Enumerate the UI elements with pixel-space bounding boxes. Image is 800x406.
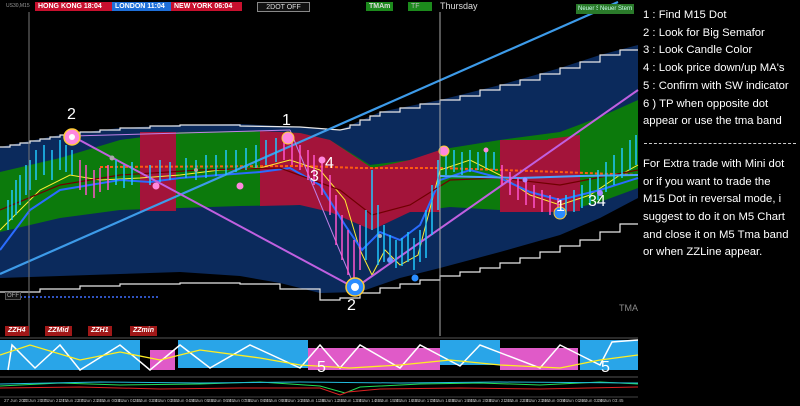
annotation-3-mid: 3 — [310, 168, 319, 185]
day-label: Thursday — [440, 1, 478, 11]
zzmin-button[interactable]: ZZmin — [130, 326, 157, 336]
note-extra: and close it on M5 Tma band — [643, 228, 789, 241]
note-extra: suggest to do it on M5 Chart — [643, 211, 785, 224]
annotation-2-top: 2 — [67, 106, 76, 123]
clock-new-york: NEW YORK 06:04 — [171, 2, 242, 11]
zzh1-button[interactable]: ZZH1 — [88, 326, 112, 336]
signal-tag: Neuer Stern — [598, 4, 635, 14]
annotation-1-top: 1 — [282, 112, 291, 129]
strategy-notes: 1 : Find M15 Dot 2 : Look for Big Semafo… — [643, 7, 796, 262]
note-step: 2 : Look for Big Semafor — [643, 26, 765, 39]
time-axis-label: 29 Jun 03:45 — [597, 398, 624, 403]
tma-label: TMA — [619, 303, 638, 313]
note-step: 3 : Look Candle Color — [643, 44, 753, 57]
note-step: 4 : Look price down/up MA's — [643, 62, 785, 75]
zzmid-button[interactable]: ZZMid — [45, 326, 72, 336]
note-extra: For Extra trade with Mini dot — [643, 157, 785, 170]
annotation-34-right: 34 — [588, 193, 606, 210]
off-label[interactable]: OFF — [5, 292, 21, 300]
note-extra: or when ZZLine appear. — [643, 246, 763, 259]
clock-hong-kong: HONG KONG 18:04 — [35, 2, 114, 11]
zzh4-button[interactable]: ZZH4 — [5, 326, 29, 336]
annotation-1-right: 1 — [556, 198, 565, 215]
tf-tag[interactable]: TF — [408, 2, 432, 11]
annotation-2-bottom: 2 — [347, 297, 356, 314]
annotation-5-right: 5 — [601, 359, 610, 376]
note-step: appear or use the tma band — [643, 115, 782, 128]
tma-red-segment — [500, 140, 548, 212]
note-extra: or if you want to trade the — [643, 175, 771, 188]
annotation-5-left: 5 — [317, 359, 326, 376]
symbol-label: US30,M15 — [6, 3, 30, 9]
note-step: 1 : Find M15 Dot — [643, 9, 727, 21]
tma-tag[interactable]: TMAm — [366, 2, 394, 11]
annotation-4-mid: 4 — [325, 155, 334, 172]
clock-london: LONDON 11:04 — [112, 2, 173, 11]
notes-divider — [644, 142, 796, 144]
note-step: 5 : Confirm with SW indicator — [643, 79, 789, 92]
2dot-toggle-button[interactable]: 2DOT OFF — [257, 2, 310, 12]
note-step: 6 ) TP when opposite dot — [643, 97, 769, 110]
note-extra: M15 Dot in reversal mode, i — [643, 193, 782, 206]
